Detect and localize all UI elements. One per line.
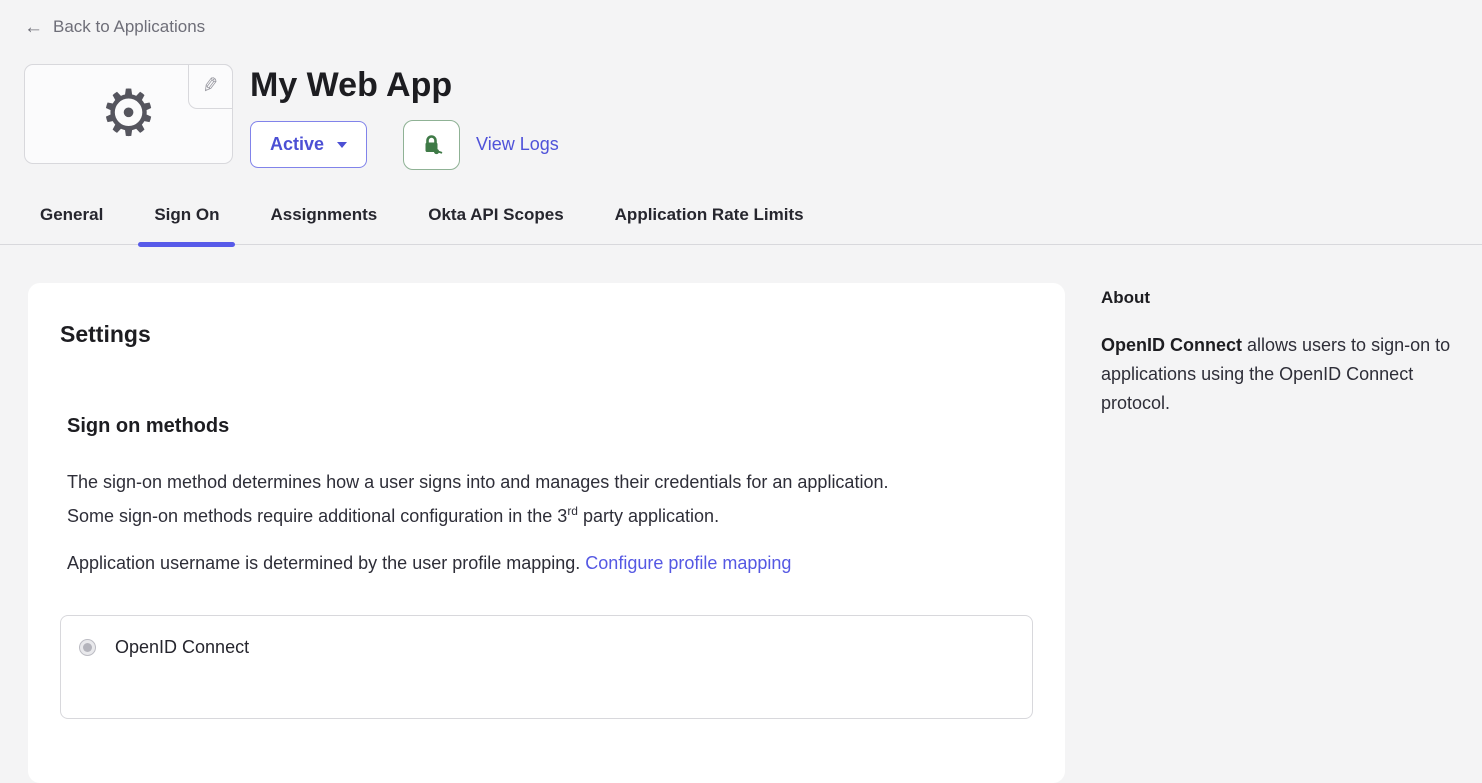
configure-profile-mapping-link[interactable]: Configure profile mapping: [585, 553, 791, 573]
app-title-column: My Web App Active View Logs: [250, 64, 559, 170]
app-logo-box: ⚙ ✎: [24, 64, 233, 164]
about-description: OpenID Connect allows users to sign-on t…: [1101, 331, 1458, 418]
pencil-icon: ✎: [201, 75, 220, 97]
view-logs-link[interactable]: View Logs: [476, 134, 559, 155]
back-to-applications-link[interactable]: ← Back to Applications: [24, 17, 205, 37]
username-text: Application username is determined by th…: [67, 553, 585, 573]
sign-on-methods-description: The sign-on method determines how a user…: [67, 468, 897, 531]
description-superscript: rd: [567, 504, 578, 518]
app-status-dropdown[interactable]: Active: [250, 121, 367, 168]
app-header: ⚙ ✎ My Web App Active: [24, 64, 1458, 170]
okta-app-page: ← Back to Applications ⚙ ✎ My Web App Ac…: [0, 0, 1482, 783]
tab-general[interactable]: General: [24, 205, 119, 244]
edit-logo-button[interactable]: ✎: [188, 64, 233, 109]
tab-application-rate-limits[interactable]: Application Rate Limits: [599, 205, 820, 244]
sign-on-method-option-box: OpenID Connect: [60, 615, 1033, 719]
tab-bar: General Sign On Assignments Okta API Sco…: [0, 205, 1482, 245]
status-label: Active: [270, 134, 324, 155]
tab-okta-api-scopes[interactable]: Okta API Scopes: [412, 205, 579, 244]
back-link-label: Back to Applications: [53, 17, 205, 37]
openid-connect-label: OpenID Connect: [115, 637, 249, 658]
settings-heading: Settings: [60, 321, 1033, 348]
app-actions: Active View Logs: [250, 120, 559, 170]
lock-key-icon: [419, 132, 445, 158]
settings-card: Settings Sign on methods The sign-on met…: [28, 283, 1065, 783]
application-username-line: Application username is determined by th…: [67, 549, 967, 578]
description-text-end: party application.: [578, 506, 719, 526]
openid-connect-option-row: OpenID Connect: [79, 637, 1014, 658]
about-bold-text: OpenID Connect: [1101, 335, 1242, 355]
description-text: The sign-on method determines how a user…: [67, 472, 888, 526]
sign-on-methods-heading: Sign on methods: [67, 415, 1033, 438]
tab-assignments[interactable]: Assignments: [254, 205, 393, 244]
gear-icon: ⚙: [100, 82, 157, 146]
sign-on-methods-section: Sign on methods The sign-on method deter…: [67, 415, 1033, 578]
back-arrow-icon: ←: [24, 18, 43, 37]
chevron-down-icon: [337, 142, 347, 148]
openid-connect-radio: [79, 639, 96, 656]
lock-key-button[interactable]: [403, 120, 460, 170]
page-title: My Web App: [250, 66, 559, 105]
main-content-row: Settings Sign on methods The sign-on met…: [24, 283, 1458, 783]
about-heading: About: [1101, 288, 1458, 308]
tab-sign-on[interactable]: Sign On: [138, 205, 235, 244]
about-panel: About OpenID Connect allows users to sig…: [1101, 283, 1458, 418]
